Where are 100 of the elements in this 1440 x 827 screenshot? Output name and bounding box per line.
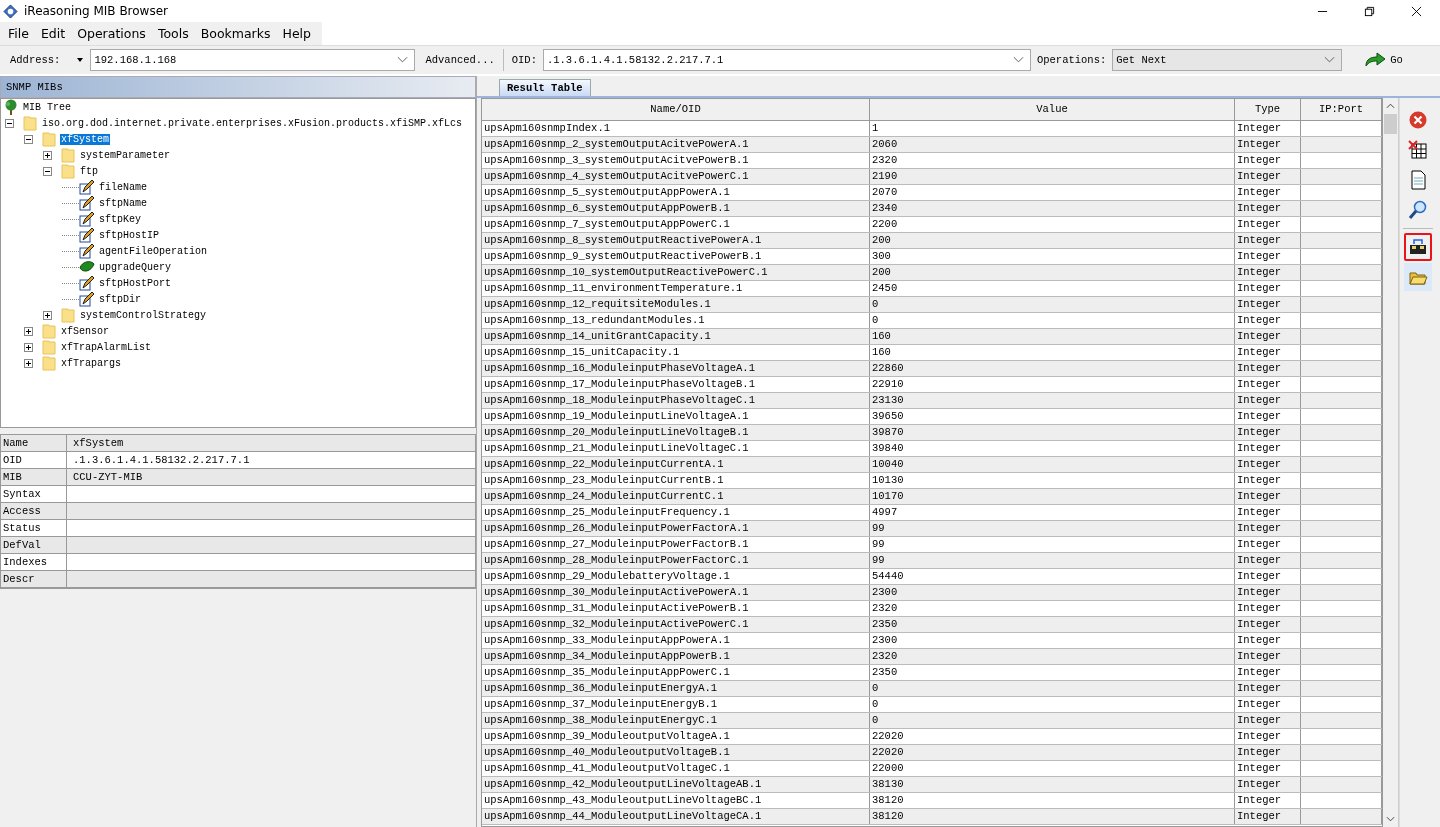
tree-item[interactable]: sftpDir (98, 293, 142, 305)
expander-icon[interactable] (43, 150, 52, 160)
oid-field[interactable]: .1.3.6.1.4.1.58132.2.217.7.1 (542, 49, 1031, 71)
operations-dropdown[interactable]: Get Next (1112, 49, 1343, 71)
expander-icon[interactable] (24, 358, 33, 368)
table-cell: upsApm160snmp_43_ModuleoutputLineVoltageBC.1 (482, 793, 870, 808)
table-cell: Integer (1235, 441, 1301, 456)
scrollbar[interactable] (1383, 98, 1399, 827)
scroll-up-icon[interactable] (1386, 103, 1395, 109)
expander-icon[interactable] (43, 166, 52, 176)
table-x-icon (1408, 140, 1428, 160)
advanced-button[interactable]: Advanced... (425, 54, 495, 66)
table-cell: Integer (1235, 377, 1301, 392)
column-header[interactable]: Type (1235, 99, 1301, 120)
property-value: xfSystem (72, 436, 125, 451)
tree-item[interactable]: ftp (79, 165, 99, 177)
table-cell: 22910 (870, 377, 1235, 392)
tree-item[interactable]: xfSensor (60, 325, 110, 337)
table-cell: Integer (1235, 361, 1301, 376)
tree-root[interactable]: MIB Tree (22, 101, 72, 113)
address-field[interactable]: 192.168.1.168 (90, 49, 416, 71)
tree-item[interactable]: sftpName (98, 197, 148, 209)
property-value: .1.3.6.1.4.1.58132.2.217.7.1 (72, 453, 251, 468)
pen-icon (79, 179, 95, 195)
tab[interactable]: Result Table (499, 79, 591, 96)
chevron-down-icon[interactable] (397, 56, 409, 64)
table-cell: upsApm160snmp_44_ModuleoutputLineVoltageCA.1 (482, 809, 870, 824)
table-cell: upsApm160snmp_13_redundantModules.1 (482, 313, 870, 328)
expander-icon[interactable] (43, 310, 52, 320)
tree-item[interactable]: iso.org.dod.internet.private.enterprises.xFusion.products.xfiSMP.xfLcs (41, 117, 464, 129)
tree-item[interactable]: agentFileOperation (98, 245, 209, 257)
table-cell: upsApm160snmp_33_ModuleinputAppPowerA.1 (482, 633, 870, 648)
menu-item[interactable]: Operations (69, 26, 150, 41)
table-cell: 38120 (870, 793, 1235, 808)
pen-icon (79, 211, 95, 227)
tree-item[interactable]: systemControlStrategy (79, 309, 208, 321)
tree-item[interactable]: sftpHostPort (98, 277, 172, 289)
table-cell: upsApm160snmp_41_ModuleoutputVoltageC.1 (482, 761, 870, 776)
table-cell: upsApm160snmp_14_unitGrantCapacity.1 (482, 329, 870, 344)
column-header[interactable]: Name/OID (482, 99, 870, 120)
table-cell: 0 (870, 697, 1235, 712)
menu-item[interactable]: Tools (149, 26, 193, 41)
tree-item[interactable]: sftpHostIP (98, 229, 160, 241)
column-header[interactable]: Value (870, 99, 1235, 120)
app-icon (3, 3, 18, 19)
tree-item[interactable]: fileName (98, 181, 148, 193)
scroll-down-icon[interactable] (1386, 816, 1395, 822)
menu-item[interactable]: Bookmarks (192, 26, 275, 41)
table-cell: upsApm160snmp_15_unitCapacity.1 (482, 345, 870, 360)
table-cell: Integer (1235, 697, 1301, 712)
table-cell: 0 (870, 713, 1235, 728)
table-cell: upsApm160snmp_29_ModulebatteryVoltage.1 (482, 569, 870, 584)
table-cell: Integer (1235, 425, 1301, 440)
close-icon[interactable] (1411, 5, 1422, 17)
restore-icon[interactable] (1364, 5, 1375, 17)
expander-icon[interactable] (24, 134, 33, 144)
export-button[interactable] (1404, 233, 1432, 261)
chevron-down-icon[interactable] (1324, 56, 1336, 64)
table-cell: Integer (1235, 473, 1301, 488)
table-cell: Integer (1235, 521, 1301, 536)
table-cell: 2200 (870, 217, 1235, 232)
table-cell: Integer (1235, 329, 1301, 344)
table-cell: 2060 (870, 137, 1235, 152)
menu-item[interactable]: Edit (32, 26, 70, 41)
menu-item[interactable]: Help (274, 26, 315, 41)
tree-item[interactable]: xfTrapAlarmList (60, 341, 152, 353)
table-cell: upsApm160snmp_2_systemOutputAcitvePowerA.1 (482, 137, 870, 152)
expander-icon[interactable] (24, 342, 33, 352)
tree-item[interactable]: upgradeQuery (98, 261, 172, 273)
chevron-down-icon[interactable] (1012, 56, 1024, 64)
tree-item[interactable]: xfSystem (60, 133, 110, 145)
expander-icon[interactable] (5, 118, 14, 128)
table-cell: Integer (1235, 233, 1301, 248)
tree-item[interactable]: sftpKey (98, 213, 142, 225)
table-cell: 39840 (870, 441, 1235, 456)
table-cell: 2300 (870, 585, 1235, 600)
tree-item[interactable]: xfTrapargs (60, 357, 122, 369)
expander-icon[interactable] (24, 326, 33, 336)
table-cell: Integer (1235, 281, 1301, 296)
table-cell: 39650 (870, 409, 1235, 424)
table-cell: upsApm160snmp_21_ModuleinputLineVoltageC.1 (482, 441, 870, 456)
menu-item[interactable]: File (0, 26, 33, 41)
table-cell: Integer (1235, 169, 1301, 184)
caret-icon[interactable] (76, 56, 85, 64)
property-name: Access (1, 503, 67, 519)
tree-item[interactable]: systemParameter (79, 149, 171, 161)
table-cell: 2320 (870, 153, 1235, 168)
table-cell: Integer (1235, 153, 1301, 168)
scroll-thumb[interactable] (1384, 114, 1397, 134)
table-cell: Integer (1235, 729, 1301, 744)
table-cell: Integer (1235, 713, 1301, 728)
table-cell: upsApm160snmp_6_systemOutputAppPowerB.1 (482, 201, 870, 216)
folder-icon (41, 339, 57, 355)
table-cell: upsApm160snmp_8_systemOutputReactivePowerA.1 (482, 233, 870, 248)
table-cell: Integer (1235, 681, 1301, 696)
table-cell: upsApm160snmp_3_systemOutputAcitvePowerB.1 (482, 153, 870, 168)
table-cell: Integer (1235, 761, 1301, 776)
column-header[interactable]: IP:Port (1301, 99, 1382, 120)
pen-icon (79, 291, 95, 307)
table-cell: 2350 (870, 617, 1235, 632)
